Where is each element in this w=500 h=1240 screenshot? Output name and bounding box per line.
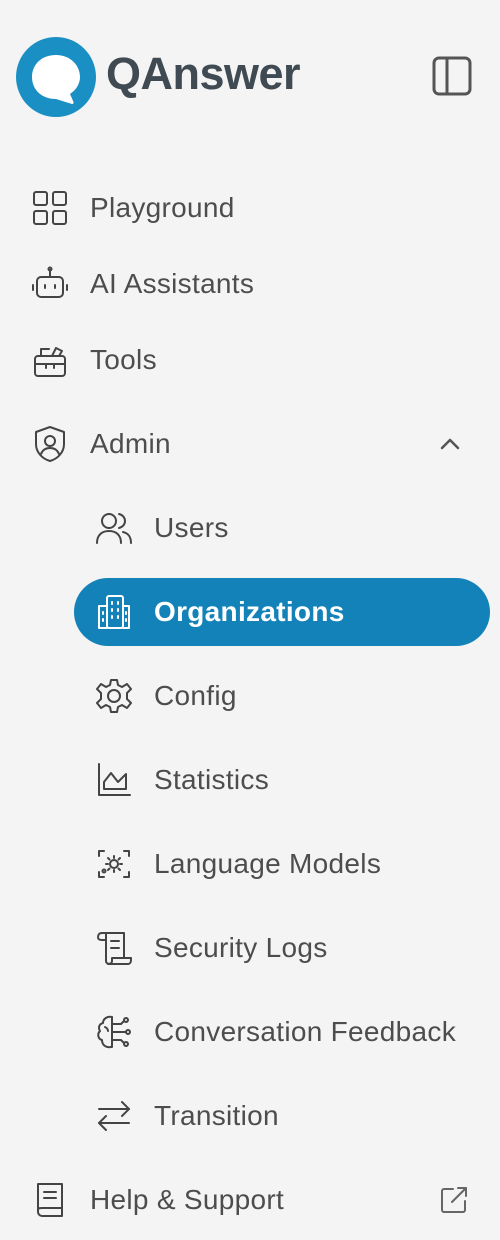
nav-item-security-logs[interactable]: Security Logs: [0, 916, 500, 980]
book-icon: [28, 1178, 72, 1222]
nav-label-tools: Tools: [90, 344, 157, 375]
chevron-up-icon[interactable]: [430, 424, 470, 464]
nav-item-help-support[interactable]: Help & Support: [0, 1168, 500, 1232]
shield-user-icon: [28, 422, 72, 466]
grid-icon: [28, 186, 72, 230]
nav-item-statistics[interactable]: Statistics: [0, 748, 500, 812]
nav-item-conversation-feedback[interactable]: Conversation Feedback: [0, 1000, 500, 1064]
sidebar-toggle-icon: [432, 56, 472, 96]
nav-item-tools[interactable]: Tools: [0, 328, 500, 392]
external-link-icon: [434, 1180, 474, 1220]
nav-item-admin[interactable]: Admin: [0, 412, 500, 476]
sidebar-header: QAnswer: [0, 0, 500, 150]
model-icon: [92, 842, 136, 886]
nav-item-transition[interactable]: Transition: [0, 1084, 500, 1148]
toolbox-icon: [28, 338, 72, 382]
robot-icon: [28, 262, 72, 306]
nav-label-transition: Transition: [154, 1100, 279, 1131]
nav-label-admin: Admin: [90, 428, 171, 459]
nav-item-users[interactable]: Users: [0, 496, 500, 560]
qanswer-logo-icon: [14, 36, 98, 120]
nav-label-security-logs: Security Logs: [154, 932, 328, 963]
brand-name: QAnswer: [106, 48, 301, 99]
nav-item-language-models[interactable]: Language Models: [0, 832, 500, 896]
nav-label-config: Config: [154, 680, 237, 711]
nav-label-playground: Playground: [90, 192, 235, 223]
nav-label-help-support: Help & Support: [90, 1184, 285, 1215]
nav-label-organizations: Organizations: [154, 596, 345, 627]
users-icon: [92, 506, 136, 550]
scroll-icon: [92, 926, 136, 970]
nav-label-conversation-feedback: Conversation Feedback: [154, 1016, 457, 1047]
arrows-swap-icon: [92, 1094, 136, 1138]
gear-icon: [92, 674, 136, 718]
nav-item-organizations[interactable]: Organizations: [0, 580, 500, 644]
nav-item-ai-assistants[interactable]: AI Assistants: [0, 252, 500, 316]
brain-icon: [92, 1010, 136, 1054]
sidebar-toggle-button[interactable]: [430, 54, 474, 98]
nav-label-language-models: Language Models: [154, 848, 382, 879]
nav-label-ai-assistants: AI Assistants: [90, 268, 255, 299]
building-icon: [92, 590, 136, 634]
nav-item-playground[interactable]: Playground: [0, 176, 500, 240]
chart-icon: [92, 758, 136, 802]
nav-label-statistics: Statistics: [154, 764, 270, 795]
nav-item-config[interactable]: Config: [0, 664, 500, 728]
nav-label-users: Users: [154, 512, 229, 543]
